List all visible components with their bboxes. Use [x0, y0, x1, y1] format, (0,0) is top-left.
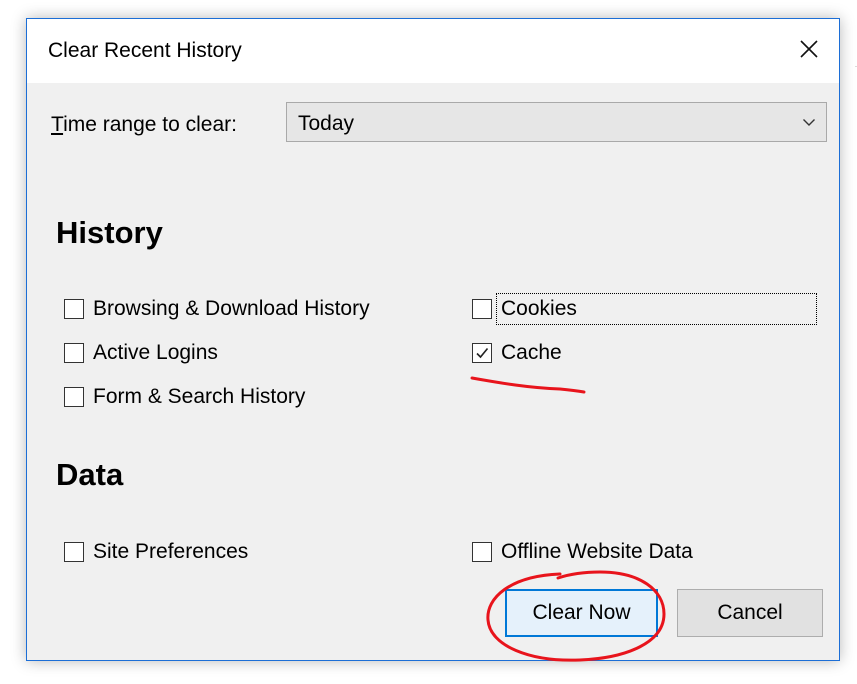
cookies-label[interactable]: Cookies [501, 297, 577, 321]
site-preferences-checkbox[interactable] [64, 542, 84, 562]
time-range-value: Today [298, 112, 355, 135]
site-preferences-label[interactable]: Site Preferences [93, 540, 248, 564]
data-heading: Data [56, 457, 124, 492]
cache-label[interactable]: Cache [501, 341, 562, 365]
browsing-history-checkbox[interactable] [64, 299, 84, 319]
time-range-label: Time range to clear: [51, 113, 237, 137]
offline-website-data-checkbox[interactable] [472, 542, 492, 562]
close-button[interactable] [779, 19, 839, 79]
cache-checkbox[interactable] [472, 343, 492, 363]
active-logins-label[interactable]: Active Logins [93, 341, 218, 365]
clear-history-dialog: Clear Recent History Time range to clear… [26, 18, 840, 661]
clear-now-button[interactable]: Clear Now [505, 589, 658, 637]
dialog-title: Clear Recent History [48, 39, 242, 62]
history-heading: History [56, 215, 163, 250]
close-icon [800, 40, 818, 58]
cancel-button[interactable]: Cancel [677, 589, 823, 637]
time-range-select[interactable]: Today [286, 102, 827, 142]
active-logins-checkbox[interactable] [64, 343, 84, 363]
browsing-history-label[interactable]: Browsing & Download History [93, 297, 370, 321]
time-range-label-text: ime range to clear: [63, 113, 237, 136]
checkmark-icon [476, 347, 489, 359]
form-search-history-checkbox[interactable] [64, 387, 84, 407]
chevron-down-icon [803, 119, 815, 126]
title-bar: Clear Recent History [27, 19, 839, 83]
offline-website-data-label[interactable]: Offline Website Data [501, 540, 693, 564]
cookies-checkbox[interactable] [472, 299, 492, 319]
form-search-history-label[interactable]: Form & Search History [93, 385, 305, 409]
time-range-accesskey: T [51, 113, 64, 136]
